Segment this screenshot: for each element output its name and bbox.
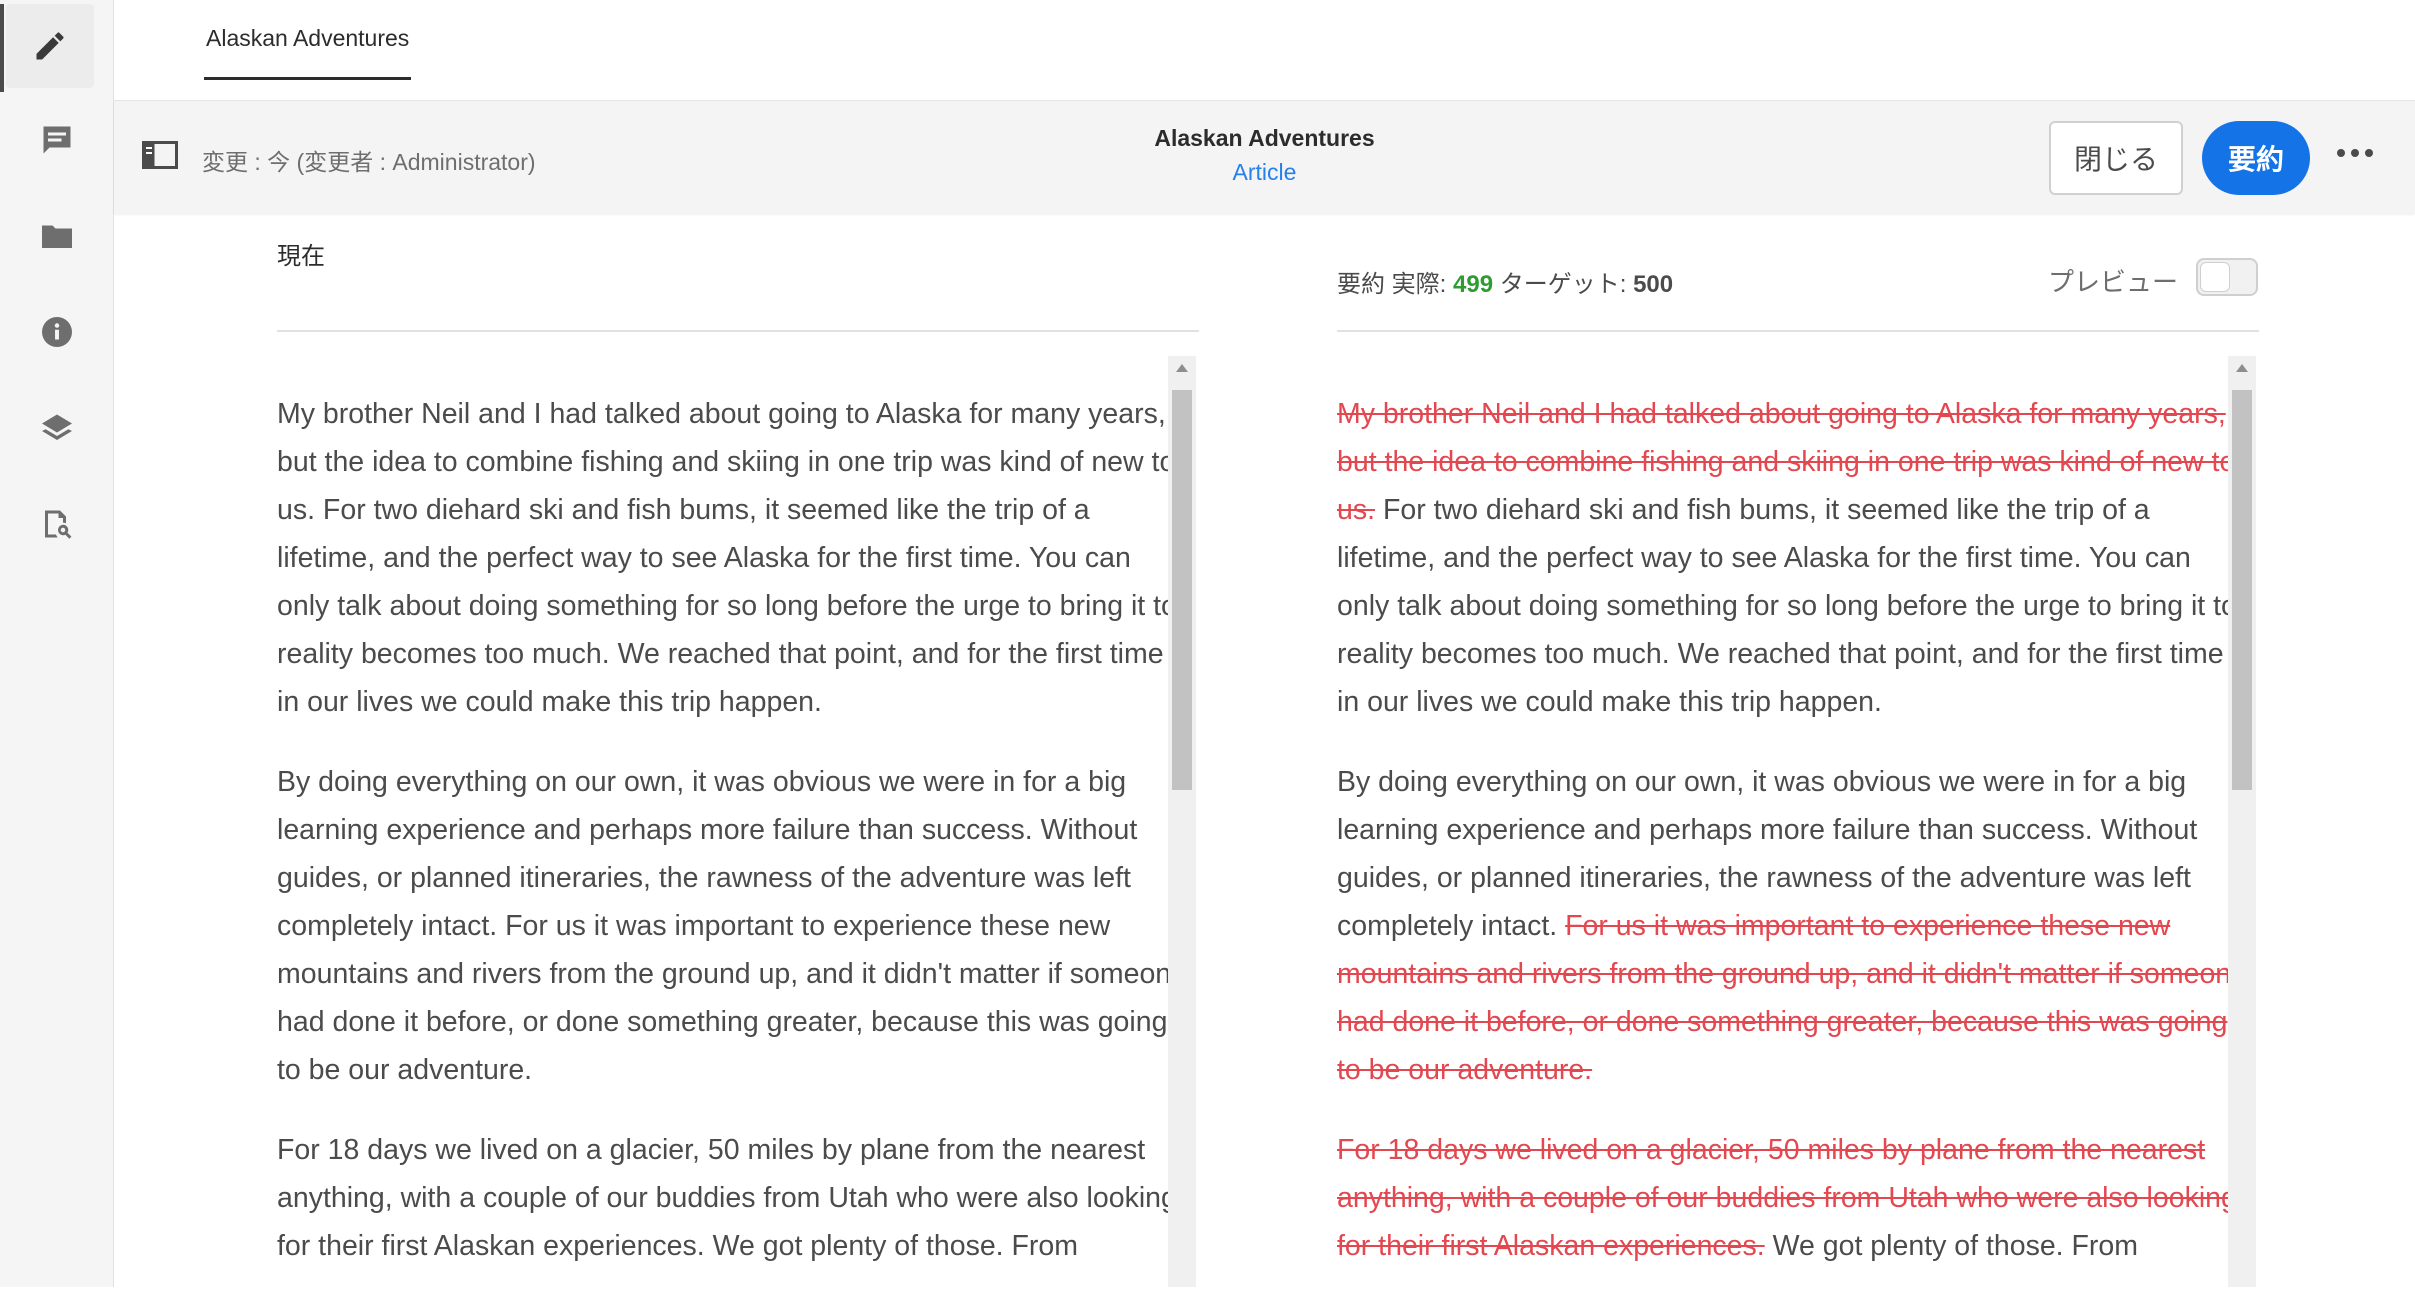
close-button[interactable]: 閉じる — [2049, 121, 2183, 195]
tab-alaskan-adventures[interactable]: Alaskan Adventures — [204, 0, 412, 80]
target-label: ターゲット: — [1499, 271, 1627, 298]
paragraph: My brother Neil and I had talked about g… — [1337, 390, 2247, 726]
kept-text: We got plenty of those. From — [1764, 1230, 2139, 1262]
divider — [277, 330, 1199, 332]
current-text: My brother Neil and I had talked about g… — [277, 390, 1187, 1302]
scroll-up-icon[interactable] — [2236, 364, 2248, 372]
paragraph: For 18 days we lived on a glacier, 50 mi… — [277, 1134, 1177, 1262]
kept-text: For two diehard ski and fish bums, it se… — [1337, 494, 2237, 718]
scroll-thumb[interactable] — [1172, 390, 1192, 790]
summarize-button[interactable]: 要約 — [2202, 121, 2310, 195]
tab-bar: Alaskan Adventures — [114, 0, 2415, 101]
folder-icon[interactable] — [0, 194, 114, 278]
summary-text: My brother Neil and I had talked about g… — [1337, 390, 2247, 1302]
more-icon[interactable] — [2337, 149, 2373, 161]
actual-count: 499 — [1453, 271, 1494, 298]
paragraph: My brother Neil and I had talked about g… — [277, 398, 1177, 718]
paragraph: For 18 days we lived on a glacier, 50 mi… — [1337, 1126, 2247, 1270]
scrollbar[interactable] — [1168, 356, 1196, 1287]
info-icon[interactable] — [0, 290, 114, 374]
layers-icon[interactable] — [0, 386, 114, 470]
paragraph: By doing everything on our own, it was o… — [277, 766, 1188, 1086]
edit-icon[interactable] — [0, 4, 94, 92]
divider — [1337, 330, 2259, 332]
action-bar: 変更 : 今 (変更者 : Administrator) Alaskan Adv… — [114, 101, 2415, 213]
stat-label: 要約 実際: — [1337, 271, 1447, 298]
scrollbar[interactable] — [2228, 356, 2256, 1287]
current-header: 現在 — [277, 243, 325, 270]
preview-toggle[interactable] — [2196, 258, 2258, 296]
target-count: 500 — [1633, 271, 1674, 298]
left-rail — [0, 0, 114, 1287]
summary-stats: 要約 実際: 499 ターゲット: 500 — [1337, 264, 1673, 299]
comments-icon[interactable] — [0, 98, 114, 182]
search-doc-icon[interactable] — [0, 482, 114, 566]
preview-label: プレビュー — [2048, 267, 2179, 297]
scroll-up-icon[interactable] — [1176, 364, 1188, 372]
scroll-thumb[interactable] — [2232, 390, 2252, 790]
paragraph: By doing everything on our own, it was o… — [1337, 758, 2247, 1094]
